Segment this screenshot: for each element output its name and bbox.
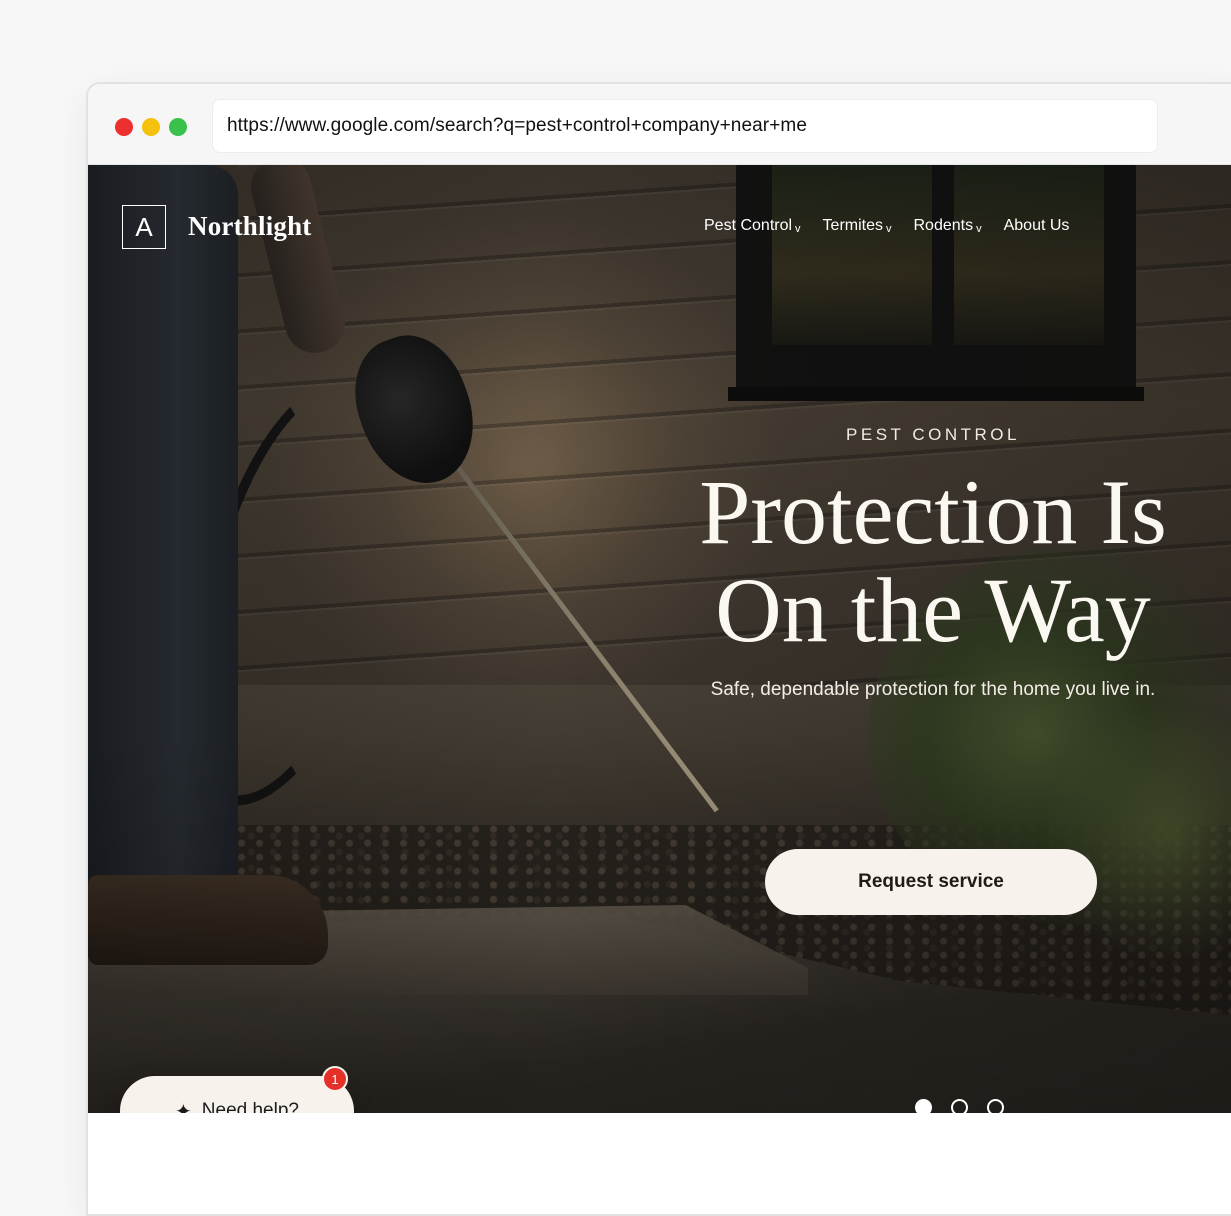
nav-item-label: Rodents: [913, 217, 974, 234]
logo-letter: A: [135, 211, 153, 242]
carousel-dot-2[interactable]: [951, 1099, 968, 1113]
nav-item-termites[interactable]: Termites v: [823, 217, 892, 235]
logo-mark[interactable]: A: [122, 205, 166, 249]
main-nav: Pest Control v Termites v Rodents v Abou…: [704, 217, 1069, 235]
hero-headline-line-2: On the Way: [715, 559, 1151, 661]
chevron-down-icon: v: [886, 223, 892, 235]
nav-item-about-us[interactable]: About Us: [1004, 217, 1070, 235]
need-help-button[interactable]: ✦ Need help?: [120, 1076, 354, 1113]
need-help-label: Need help?: [201, 1100, 299, 1113]
hero-headline: Protection Is On the Way: [648, 463, 1218, 659]
notification-badge: 1: [322, 1066, 348, 1092]
maximize-window-button[interactable]: [169, 118, 187, 136]
carousel-pagination: [915, 1099, 1004, 1113]
browser-window: https://www.google.com/search?q=pest+con…: [86, 82, 1231, 1216]
hero-eyebrow: PEST CONTROL: [846, 425, 1020, 444]
hero-copy: PEST CONTROL Protection Is On the Way Sa…: [648, 425, 1218, 701]
nav-item-label: About Us: [1003, 217, 1070, 234]
address-bar-url: https://www.google.com/search?q=pest+con…: [227, 115, 808, 136]
request-service-button[interactable]: Request service: [765, 849, 1097, 915]
sparkle-icon: ✦: [175, 1100, 192, 1114]
page-content-below-hero: [88, 1113, 1231, 1214]
chevron-down-icon: v: [795, 223, 801, 235]
hero-section: A Northlight Pest Control v Termites v R…: [88, 165, 1231, 1113]
brand-name[interactable]: Northlight: [188, 211, 312, 242]
carousel-dot-3[interactable]: [987, 1099, 1004, 1113]
address-bar[interactable]: https://www.google.com/search?q=pest+con…: [212, 99, 1158, 153]
close-window-button[interactable]: [115, 118, 133, 136]
nav-item-rodents[interactable]: Rodents v: [914, 217, 982, 235]
chevron-down-icon: v: [976, 223, 982, 235]
hero-headline-line-1: Protection Is: [699, 461, 1167, 563]
nav-item-pest-control[interactable]: Pest Control v: [704, 217, 801, 235]
hero-subhead: Safe, dependable protection for the home…: [710, 679, 1156, 700]
nav-item-label: Termites: [822, 217, 883, 234]
nav-item-label: Pest Control: [704, 217, 793, 234]
carousel-dot-1[interactable]: [915, 1099, 932, 1113]
browser-chrome: https://www.google.com/search?q=pest+con…: [88, 84, 1231, 165]
minimize-window-button[interactable]: [142, 118, 160, 136]
